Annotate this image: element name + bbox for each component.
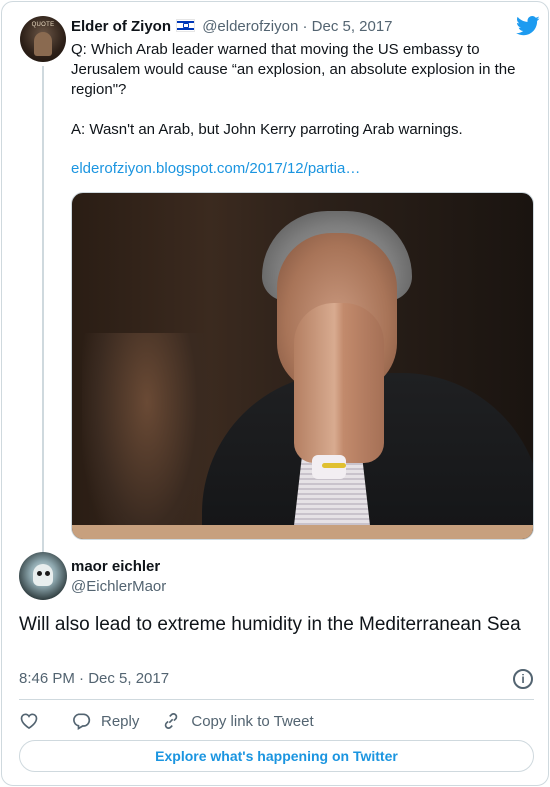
tweet-text: Q: Which Arab leader warned that moving … (71, 40, 533, 160)
reply-bubble-icon (73, 713, 91, 730)
reply-button[interactable]: Reply (71, 711, 139, 731)
reply-tweet-text: Will also lead to extreme humidity in th… (19, 614, 521, 635)
like-button[interactable] (19, 711, 39, 731)
tweet-actions: Reply Copy link to Tweet (19, 709, 336, 733)
divider (19, 699, 534, 700)
reply-author-avatar[interactable] (19, 552, 67, 600)
reply-author-handle[interactable]: @EichlerMaor (71, 578, 166, 595)
reply-timestamp[interactable]: 8:46 PM · Dec 5, 2017 (19, 670, 169, 687)
tweet-answer: A: Wasn't an Arab, but John Kerry parrot… (71, 121, 463, 138)
photo-wristband (322, 463, 346, 468)
copy-link-button[interactable]: Copy link to Tweet (161, 711, 314, 731)
avatar-skull (33, 564, 53, 586)
photo-desk (72, 525, 533, 539)
tweet-date[interactable]: Dec 5, 2017 (312, 18, 393, 35)
tweet-question: Q: Which Arab leader warned that moving … (71, 41, 516, 98)
author-handle[interactable]: @elderofziyon (202, 18, 298, 35)
explore-button[interactable]: Explore what's happening on Twitter (19, 740, 534, 772)
photo-hands (294, 303, 384, 463)
tweet-photo[interactable] (71, 192, 534, 540)
background-person (82, 333, 212, 539)
separator-dot: · (302, 18, 308, 35)
avatar-text: QUOTE (31, 22, 55, 28)
author-name[interactable]: Elder of Ziyon (71, 18, 171, 35)
thread-line (42, 66, 44, 558)
heart-icon (20, 713, 38, 730)
tweet-embed-card: QUOTE Elder of Ziyon @elderofziyon · Dec… (1, 1, 549, 786)
avatar-eye (37, 571, 42, 576)
avatar-figure (34, 32, 52, 56)
link-icon (165, 713, 178, 729)
reply-label: Reply (101, 712, 140, 730)
israel-flag-icon (176, 19, 196, 32)
reply-author-name[interactable]: maor eichler (71, 558, 160, 575)
avatar-eye (45, 571, 50, 576)
info-icon[interactable]: i (513, 669, 533, 689)
copy-link-label: Copy link to Tweet (191, 712, 314, 730)
tweet-link[interactable]: elderofziyon.blogspot.com/2017/12/partia… (71, 160, 360, 177)
twitter-bird-icon[interactable] (516, 16, 540, 36)
author-avatar[interactable]: QUOTE (20, 16, 66, 62)
tweet-header: Elder of Ziyon @elderofziyon · Dec 5, 20… (71, 18, 393, 35)
